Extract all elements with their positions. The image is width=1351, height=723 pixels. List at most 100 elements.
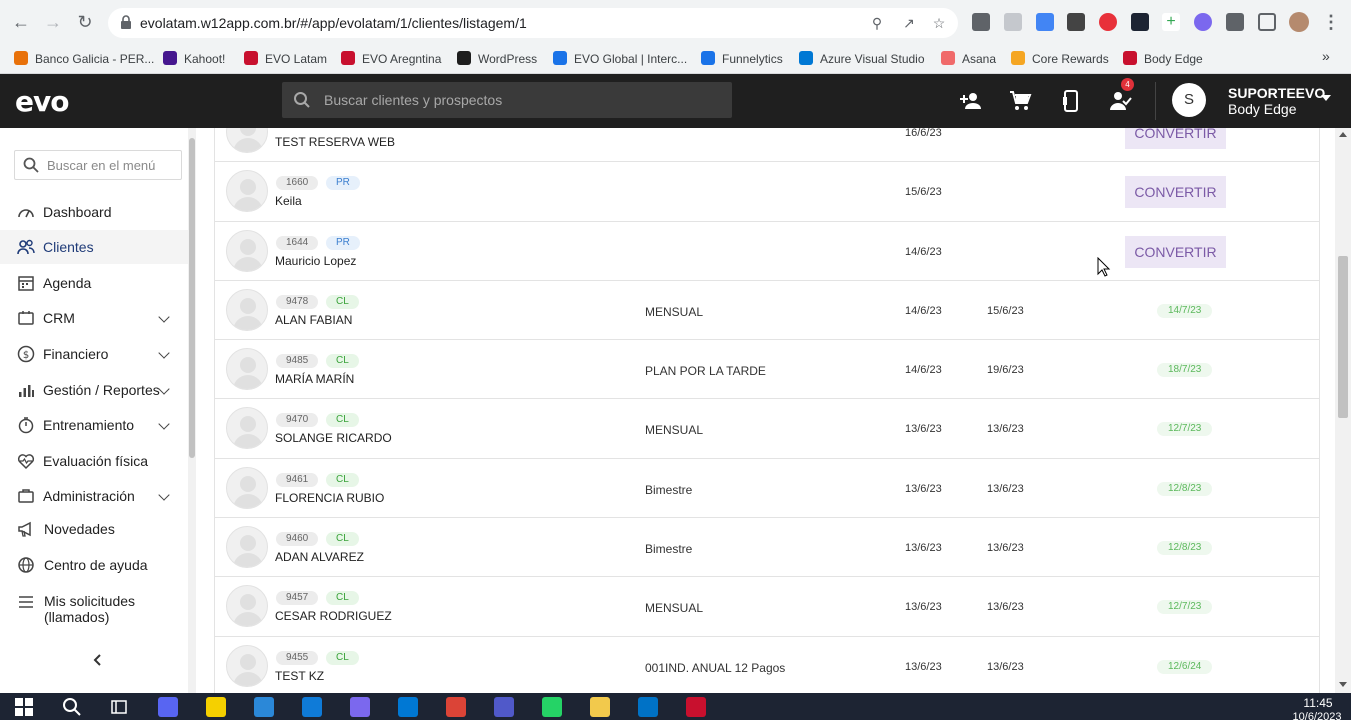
client-name[interactable]: FLORENCIA RUBIO [275,491,384,505]
table-row[interactable]: 9485 CL MARÍA MARÍN PLAN POR LA TARDE 14/6/2… [215,340,1319,400]
sidebar-item-gestion-reportes[interactable]: Gestión / Reportes [0,373,188,407]
bookmark[interactable]: Azure Visual Studio [799,51,925,66]
sidebar-item-novedades[interactable]: Novedades [0,512,188,546]
client-photo[interactable] [226,644,268,687]
taskbar-app-icon[interactable] [446,697,466,717]
taskbar-app-icon[interactable] [206,697,226,717]
caret-down-icon[interactable] [1321,95,1331,101]
bookmark[interactable]: Banco Galicia - PER... [14,51,154,66]
sidebar-scrollbar[interactable] [188,128,196,693]
sidebar-item-evaluacion-fisica[interactable]: Evaluación física [0,444,188,478]
bookmark[interactable]: EVO Global | Interc... [553,51,687,66]
table-row[interactable]: 9460 CL ADAN ALVAREZ Bimestre 13/6/23 13/6/23… [215,518,1319,578]
share-icon[interactable]: ↗ [900,14,918,32]
scroll-down-icon[interactable] [1339,682,1347,687]
table-row[interactable]: TEST RESERVA WEB 16/6/23 CONVERTIR [215,128,1319,163]
taskbar-app-icon[interactable] [254,697,274,717]
client-photo[interactable] [226,466,268,509]
client-name[interactable]: Keila [275,194,302,208]
client-photo[interactable] [226,128,268,153]
scrollbar-thumb[interactable] [189,138,195,458]
sidebar-item-clientes[interactable]: Clientes [0,230,188,264]
bookmark[interactable]: Funnelytics [701,51,783,66]
zoom-icon[interactable]: ⚲ [868,14,886,32]
bookmark[interactable]: EVO Latam [244,51,327,66]
search-icon[interactable] [62,697,82,717]
client-photo[interactable] [226,407,268,450]
scrollbar-thumb[interactable] [1338,256,1348,418]
table-row[interactable]: 1644 PR Mauricio Lopez 14/6/23 CONVERTIR [215,222,1319,281]
table-row[interactable]: 9470 CL SOLANGE RICARDO MENSUAL 13/6/23 13/6/… [215,399,1319,459]
back-icon[interactable]: ← [10,11,32,33]
user-name[interactable]: SUPORTEEVO [1228,85,1325,101]
client-name[interactable]: ALAN FABIAN [275,313,352,327]
convert-button[interactable]: CONVERTIR [1125,176,1226,209]
reload-icon[interactable]: ↻ [74,11,96,33]
client-search-input[interactable] [324,82,724,118]
taskbar-app-icon[interactable] [302,697,322,717]
sidebar-item-centro-de-ayuda[interactable]: Centro de ayuda [0,548,188,582]
client-name[interactable]: CESAR RODRIGUEZ [275,609,392,623]
plus-icon[interactable]: + [1162,13,1180,31]
extension-icon[interactable] [1004,13,1022,31]
extension-icon[interactable] [1036,13,1054,31]
client-name[interactable]: TEST RESERVA WEB [275,135,395,149]
scroll-up-icon[interactable] [1339,132,1347,137]
puzzle-icon[interactable] [1226,13,1244,31]
user-brand[interactable]: Body Edge [1228,101,1297,117]
client-photo[interactable] [226,170,268,213]
menu-search-input[interactable] [47,151,177,179]
client-name[interactable]: ADAN ALVAREZ [275,550,364,564]
table-row[interactable]: 9478 CL ALAN FABIAN MENSUAL 14/6/23 15/6/23 14… [215,281,1319,341]
sidebar-item-mis-solicitudes[interactable]: Mis solicitudes (llamados) [0,587,188,627]
bookmark[interactable]: WordPress [457,51,537,66]
extension-icon[interactable] [1067,13,1085,31]
client-name[interactable]: SOLANGE RICARDO [275,431,392,445]
taskbar-app-icon[interactable] [542,697,562,717]
adblock-icon[interactable] [1099,13,1117,31]
bookmark[interactable]: Asana [941,51,996,66]
taskbar-date[interactable]: 10/6/2023 [1292,711,1342,723]
star-icon[interactable]: ☆ [930,14,948,32]
extension-icon[interactable] [1131,13,1149,31]
client-photo[interactable] [226,229,268,272]
convert-button[interactable]: CONVERTIR [1125,235,1226,268]
table-row[interactable]: 9457 CL CESAR RODRIGUEZ MENSUAL 13/6/23 13/6/… [215,577,1319,637]
menu-search[interactable] [14,150,182,180]
evo-logo[interactable]: evo [15,85,69,118]
taskbar-app-icon[interactable] [494,697,514,717]
sidebar-item-dashboard[interactable]: Dashboard [0,195,188,229]
menu-dots-icon[interactable]: ⋮ [1320,11,1342,33]
more-bookmarks-icon[interactable]: » [1322,48,1330,64]
table-row[interactable]: 9461 CL FLORENCIA RUBIO Bimestre 13/6/23 13/6… [215,459,1319,519]
convert-button[interactable]: CONVERTIR [1125,128,1226,149]
client-name[interactable]: Mauricio Lopez [275,254,356,268]
sidebar-item-financiero[interactable]: $ Financiero [0,337,188,371]
bookmark[interactable]: Kahoot! [163,51,225,66]
bookmark[interactable]: Body Edge [1123,51,1203,66]
add-user-icon[interactable] [959,89,983,113]
taskbar-time[interactable]: 11:45 [1298,696,1338,710]
taskbar-app-icon[interactable] [686,697,706,717]
address-bar[interactable]: evolatam.w12app.com.br/#/app/evolatam/1/… [108,8,958,38]
taskbar-app-icon[interactable] [638,697,658,717]
client-search[interactable] [282,82,732,118]
client-photo[interactable] [226,348,268,391]
device-icon[interactable] [1059,89,1083,113]
taskbar-app-icon[interactable] [158,697,178,717]
profile-avatar-icon[interactable] [1289,12,1309,32]
sidebar-item-crm[interactable]: CRM [0,301,188,335]
avatar[interactable]: S [1172,83,1206,117]
table-row[interactable]: 9455 CL TEST KZ 001IND. ANUAL 12 Pagos 13/6/… [215,637,1319,693]
windows-start-icon[interactable] [14,697,34,717]
taskbar-app-icon[interactable] [590,697,610,717]
collapse-sidebar-icon[interactable] [90,652,106,668]
bookmark[interactable]: EVO Aregntina [341,51,441,66]
extension-icon[interactable] [972,13,990,31]
bookmark[interactable]: Core Rewards [1011,51,1109,66]
client-photo[interactable] [226,585,268,628]
page-scrollbar[interactable] [1335,128,1351,693]
client-photo[interactable] [226,288,268,331]
forward-icon[interactable]: → [42,11,64,33]
task-view-icon[interactable] [109,697,129,717]
